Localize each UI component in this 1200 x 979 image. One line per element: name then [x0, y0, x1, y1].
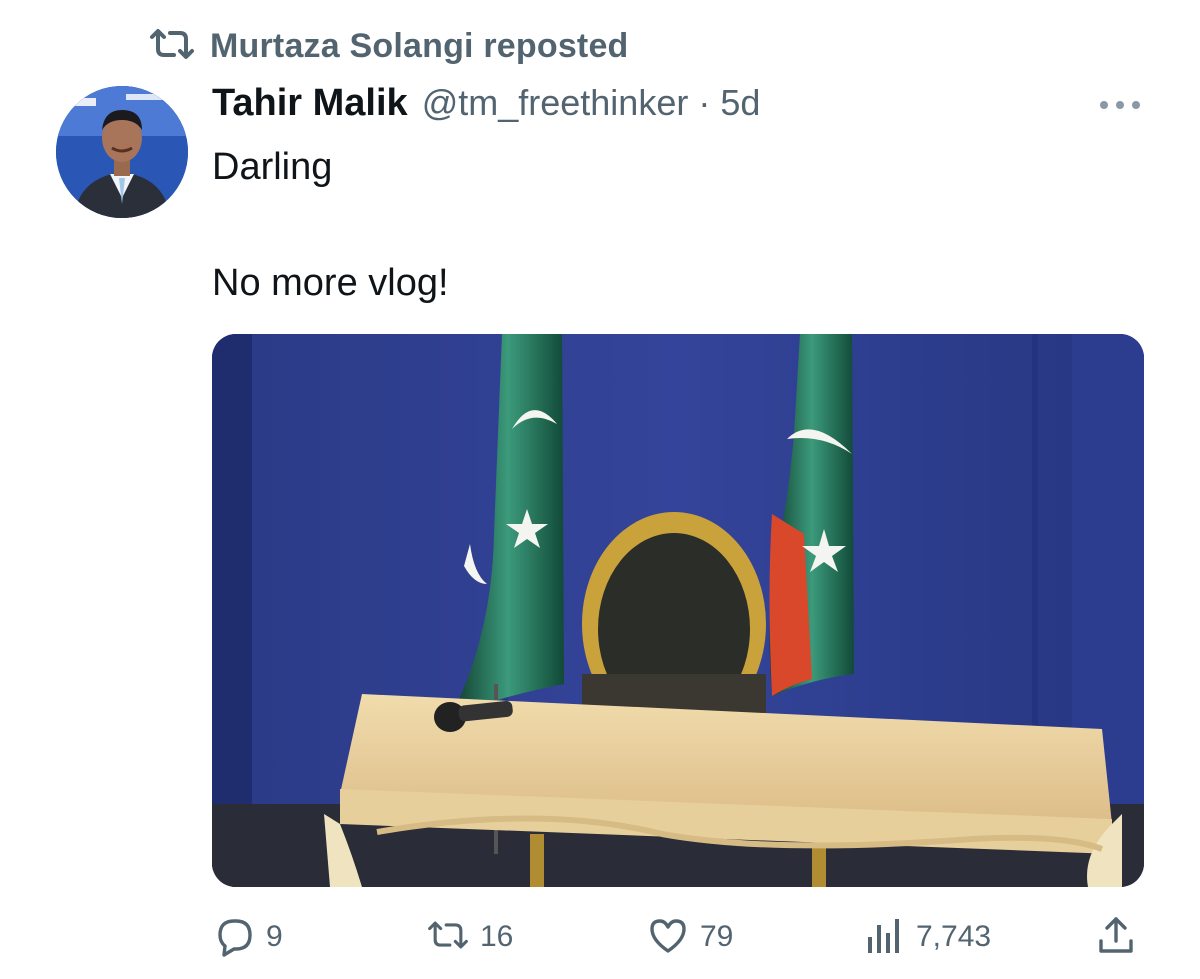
- more-dots-icon: [1100, 101, 1140, 109]
- repost-button[interactable]: 16: [426, 912, 513, 962]
- avatar[interactable]: [56, 86, 188, 218]
- views-count: 7,743: [916, 920, 992, 953]
- post-media-image[interactable]: [212, 334, 1144, 887]
- action-bar: 9 16 79 7,743: [212, 912, 1152, 962]
- repost-icon: [148, 27, 196, 66]
- reply-icon: [212, 913, 256, 962]
- like-count: 79: [700, 920, 734, 953]
- repost-banner[interactable]: Murtaza Solangi reposted: [148, 24, 629, 68]
- post-text-line-2: No more vlog!: [212, 262, 449, 304]
- post-header: Tahir Malik @tm_freethinker · 5d: [212, 82, 760, 132]
- repost-count: 16: [480, 920, 514, 953]
- separator: ·: [698, 82, 711, 123]
- reply-count: 9: [266, 920, 283, 953]
- share-button[interactable]: [1094, 912, 1138, 962]
- post-text-line-1: Darling: [212, 146, 333, 188]
- views-button[interactable]: 7,743: [862, 912, 991, 962]
- reply-button[interactable]: 9: [212, 912, 283, 962]
- author-name[interactable]: Tahir Malik: [212, 82, 408, 125]
- repost-banner-text: Murtaza Solangi reposted: [210, 26, 629, 65]
- like-button[interactable]: 79: [646, 912, 733, 962]
- more-button[interactable]: [1094, 90, 1146, 120]
- post-timestamp[interactable]: 5d: [720, 82, 760, 124]
- repost-icon: [426, 913, 470, 962]
- author-handle[interactable]: @tm_freethinker: [422, 82, 689, 124]
- share-icon: [1094, 913, 1138, 962]
- heart-icon: [646, 913, 690, 962]
- views-chart-icon: [862, 913, 906, 962]
